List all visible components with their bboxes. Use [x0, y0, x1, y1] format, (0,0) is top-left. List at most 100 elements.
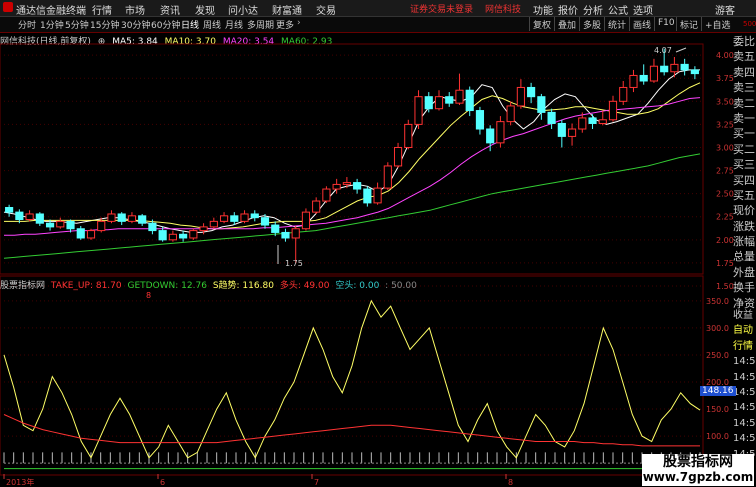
red-marker: 8	[146, 291, 152, 300]
side-label: 买三	[733, 158, 755, 172]
site-watermark: 股票指标网 www.7gpzb.com	[642, 454, 754, 486]
indicator-tick-label: 300.0	[706, 324, 729, 333]
time-tick-label: 2013年	[6, 477, 34, 487]
price-tick-label: 1.75	[716, 259, 734, 268]
candle-body	[527, 86, 536, 98]
side-label: 卖四	[733, 65, 755, 79]
indicator-legend: 股票指标网 TAKE_UP: 81.70 GETDOWN: 12.76 S趋势:…	[0, 278, 420, 291]
candle-body	[660, 65, 669, 73]
indicator-frame	[0, 275, 704, 476]
indicator-current-value: 148.16	[700, 386, 736, 396]
candle-body	[373, 187, 382, 204]
candle-body	[393, 146, 403, 167]
side-label: 14:5	[733, 433, 756, 445]
candle-body	[189, 230, 198, 239]
candle-body	[25, 213, 34, 221]
chart-canvas[interactable]: 4.00 3.75 3.50 3.25 3.00 2.75 2.50 2.25 2.00 1.75…	[0, 0, 756, 487]
candle-body	[598, 119, 607, 124]
candle-body	[332, 183, 341, 190]
legend-trend: S趋势: 116.80	[212, 281, 274, 291]
legend-baseline: : 50.00	[385, 281, 417, 291]
candle-body	[209, 220, 218, 228]
candle-body	[465, 89, 474, 112]
side-label: 14:5	[733, 402, 756, 414]
candle-body	[56, 220, 65, 228]
side-label: 总量	[733, 250, 755, 264]
price-tick-label: 3.50	[716, 97, 734, 106]
candle-body	[127, 215, 137, 222]
side-label: 涨幅	[733, 235, 755, 249]
side-label: 卖二	[733, 96, 755, 110]
price-tick-label: 1.50	[716, 282, 734, 291]
candle-body	[97, 220, 106, 232]
indicator-name: 股票指标网	[0, 281, 46, 291]
candle-body	[445, 96, 454, 104]
ma-line-ma10	[4, 82, 701, 230]
side-label: 14:5	[733, 386, 756, 398]
candle-body	[353, 182, 362, 190]
candle-body	[66, 220, 75, 230]
candle-body	[516, 86, 525, 107]
candle-body	[557, 122, 566, 137]
candle-body	[250, 213, 259, 219]
time-tick-label: 6	[160, 478, 165, 487]
price-tick-label: 3.75	[716, 74, 734, 83]
candle-body	[547, 111, 556, 124]
price-tick-label: 3.00	[716, 143, 734, 152]
ma-line-ma5	[3, 69, 700, 233]
time-tick-label: 7	[314, 478, 319, 487]
candle-body	[15, 211, 24, 221]
candle-body	[158, 230, 167, 241]
ma-line-ma60	[3, 153, 701, 259]
indicator-tick-label: 350.0	[706, 297, 729, 306]
side-label: 买五	[733, 188, 755, 202]
side-label: 涨跌	[733, 219, 755, 233]
candle-body	[168, 233, 177, 241]
side-label: 14:5	[733, 371, 756, 383]
candle-body	[179, 233, 188, 239]
indicator-tick-label: 150.0	[706, 405, 729, 414]
side-label: 14:5	[733, 417, 756, 429]
side-label: 收益	[733, 310, 753, 321]
legend-take-up: TAKE_UP: 81.70	[50, 281, 122, 291]
side-label: 外盘	[733, 265, 755, 279]
candle-body	[649, 65, 659, 82]
candle-body	[291, 228, 300, 239]
price-tick-label: 2.25	[716, 213, 734, 222]
candle-body	[199, 226, 208, 232]
side-label: 买一	[733, 127, 755, 141]
main-chart-frame	[0, 43, 704, 275]
candle-body	[301, 211, 311, 230]
time-tick-label: 8	[508, 478, 513, 487]
candle-body	[240, 213, 249, 222]
candle-body	[567, 128, 577, 137]
indicator-tick-label: 100.0	[706, 432, 729, 441]
side-label: 买二	[733, 142, 755, 156]
candle-body	[148, 222, 157, 232]
candle-body	[588, 117, 597, 124]
price-tick-label: 2.00	[716, 236, 734, 245]
side-label: 14:5	[733, 356, 756, 368]
candle-body	[496, 121, 505, 144]
candle-body	[383, 165, 392, 189]
watermark-url: www.7gpzb.com	[642, 470, 754, 484]
candle-body	[537, 96, 546, 113]
watermark-title: 股票指标网	[663, 454, 733, 470]
candle-body	[670, 63, 679, 73]
side-label: 卖一	[733, 111, 755, 125]
candle-body	[486, 128, 495, 144]
legend-long: 多头: 49.00	[279, 281, 330, 291]
high-price-label: 4.07	[654, 46, 672, 55]
ticker-side-panel: 收益 自动 行情 14:5 14:5 14:5 14:5 14:5 14:5 1…	[733, 308, 756, 462]
candle-body	[414, 96, 423, 125]
candle-body	[639, 74, 648, 82]
candle-body	[475, 110, 485, 130]
price-tick-label: 2.75	[716, 167, 734, 176]
candle-body	[117, 213, 126, 222]
low-price-label: 1.75	[285, 259, 303, 268]
side-label[interactable]: 行情	[733, 339, 756, 354]
price-tick-label: 2.50	[716, 190, 734, 199]
side-label[interactable]: 自动	[733, 323, 756, 338]
side-label: 买四	[733, 173, 755, 187]
candle-body	[230, 215, 239, 222]
